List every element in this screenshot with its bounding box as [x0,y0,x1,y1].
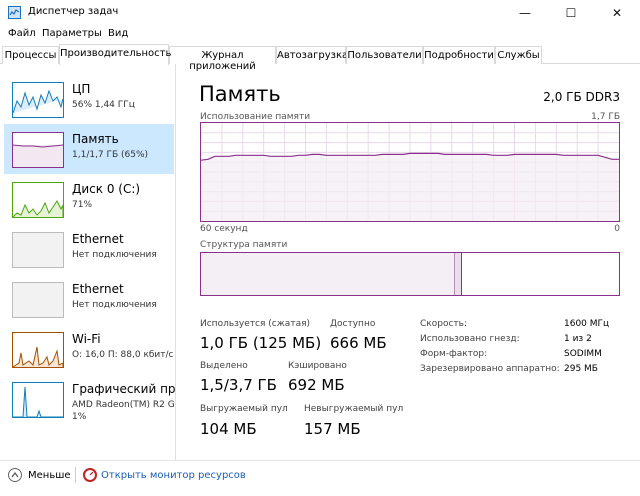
sidebar-item-detail: О: 16,0 П: 88,0 кбит/с [72,350,174,360]
close-button[interactable]: ✕ [594,0,640,26]
gpu-thumbnail [12,382,64,418]
footer-divider [75,467,76,483]
speed-label: Скорость: [420,319,467,329]
tab-startup[interactable]: Автозагрузка [276,46,348,64]
sidebar-item-detail: 1,1/1,7 ГБ (65%) [72,150,149,160]
open-resource-monitor-link[interactable]: Открыть монитор ресурсов [101,470,246,481]
page-title: Память [199,82,281,106]
usage-label: Использование памяти [200,112,311,122]
maximize-button[interactable]: ☐ [548,0,594,26]
available-label: Доступно [330,319,376,329]
nonpaged-pool-value: 157 МБ [304,420,361,438]
structure-in-use [201,253,455,295]
ethernet-thumbnail [12,282,64,318]
structure-modified [455,253,462,295]
sidebar-item-detail-2: 1% [72,412,87,422]
sidebar-item-label: Память [72,132,119,146]
cpu-thumbnail [12,82,64,118]
speed-value: 1600 МГц [564,319,610,329]
sidebar-item-label: ЦП [72,82,91,96]
committed-value: 1,5/3,7 ГБ [200,376,277,394]
tab-services[interactable]: Службы [495,46,542,64]
structure-label: Структура памяти [200,240,288,250]
sidebar-item-ethernet-1[interactable]: Ethernet Нет подключения [4,224,174,274]
tab-processes[interactable]: Процессы [2,46,59,64]
resource-sidebar: ЦП 56% 1,44 ГГц Память 1,1/1,7 ГБ (65%) … [0,64,176,460]
in-use-label: Используется (сжатая) [200,319,311,329]
resource-monitor-icon[interactable] [83,468,97,482]
cached-value: 692 МБ [288,376,345,394]
sidebar-item-memory[interactable]: Память 1,1/1,7 ГБ (65%) [4,124,174,174]
sidebar-item-disk[interactable]: Диск 0 (C:) 71% [4,174,174,224]
disk-thumbnail [12,182,64,218]
memory-spec: 2,0 ГБ DDR3 [543,90,620,104]
memory-structure-bar [200,252,620,296]
memory-thumbnail [12,132,64,168]
fewer-details-button[interactable]: Меньше [28,470,71,481]
memory-panel: Память 2,0 ГБ DDR3 Использование памяти … [180,64,640,460]
sidebar-item-detail: 71% [72,200,93,210]
slots-value: 1 из 2 [564,334,592,344]
sidebar-item-wifi[interactable]: Wi-Fi О: 16,0 П: 88,0 кбит/с [4,324,174,374]
menu-file[interactable]: Файл [8,28,36,39]
tab-users[interactable]: Пользователи [346,46,423,64]
time-axis-right: 0 [614,224,620,234]
sidebar-item-ethernet-2[interactable]: Ethernet Нет подключения [4,274,174,324]
reserved-value: 295 МБ [564,364,598,374]
chevron-up-icon[interactable] [8,468,22,482]
in-use-value: 1,0 ГБ (125 МБ) [200,334,322,352]
minimize-button[interactable]: — [502,0,548,26]
ethernet-thumbnail [12,232,64,268]
footer-bar: Меньше Открыть монитор ресурсов [0,460,640,496]
usage-max: 1,7 ГБ [591,112,620,122]
menu-options[interactable]: Параметры [42,28,102,39]
menu-bar: Файл Параметры Вид [0,26,640,44]
wifi-thumbnail [12,332,64,368]
tab-bar: Процессы Производительность Журнал прило… [0,44,640,72]
sidebar-item-label: Диск 0 (C:) [72,182,141,196]
sidebar-item-detail: 56% 1,44 ГГц [72,100,135,110]
window-title: Диспетчер задач [28,6,119,17]
sidebar-item-gpu[interactable]: Графический проц AMD Radeon(TM) R2 Gr 1% [4,374,176,424]
sidebar-item-label: Wi-Fi [72,332,101,346]
reserved-label: Зарезервировано аппаратно: [420,364,560,374]
nonpaged-pool-label: Невыгружаемый пул [304,404,404,414]
memory-usage-graph [200,122,620,222]
sidebar-item-label: Ethernet [72,232,124,246]
paged-pool-value: 104 МБ [200,420,257,438]
available-value: 666 МБ [330,334,387,352]
sidebar-item-label: Ethernet [72,282,124,296]
sidebar-item-detail: AMD Radeon(TM) R2 Gr [72,400,176,410]
sidebar-item-detail: Нет подключения [72,250,157,260]
usage-area [201,153,619,221]
committed-label: Выделено [200,361,248,371]
form-factor-label: Форм-фактор: [420,349,488,359]
tab-app-history[interactable]: Журнал приложений [169,46,276,72]
menu-view[interactable]: Вид [108,28,128,39]
sidebar-item-detail: Нет подключения [72,300,157,310]
time-axis-left: 60 секунд [200,224,248,234]
memory-usage-chart [200,123,619,221]
task-manager-icon [8,6,21,19]
tab-performance[interactable]: Производительность [59,44,171,65]
sidebar-item-cpu[interactable]: ЦП 56% 1,44 ГГц [4,74,174,124]
form-factor-value: SODIMM [564,349,602,359]
sidebar-item-label: Графический проц [72,382,176,396]
slots-label: Использовано гнезд: [420,334,520,344]
paged-pool-label: Выгружаемый пул [200,404,288,414]
title-bar: Диспетчер задач — ☐ ✕ [0,0,640,26]
tab-details[interactable]: Подробности [423,46,495,64]
cached-label: Кэшировано [288,361,347,371]
